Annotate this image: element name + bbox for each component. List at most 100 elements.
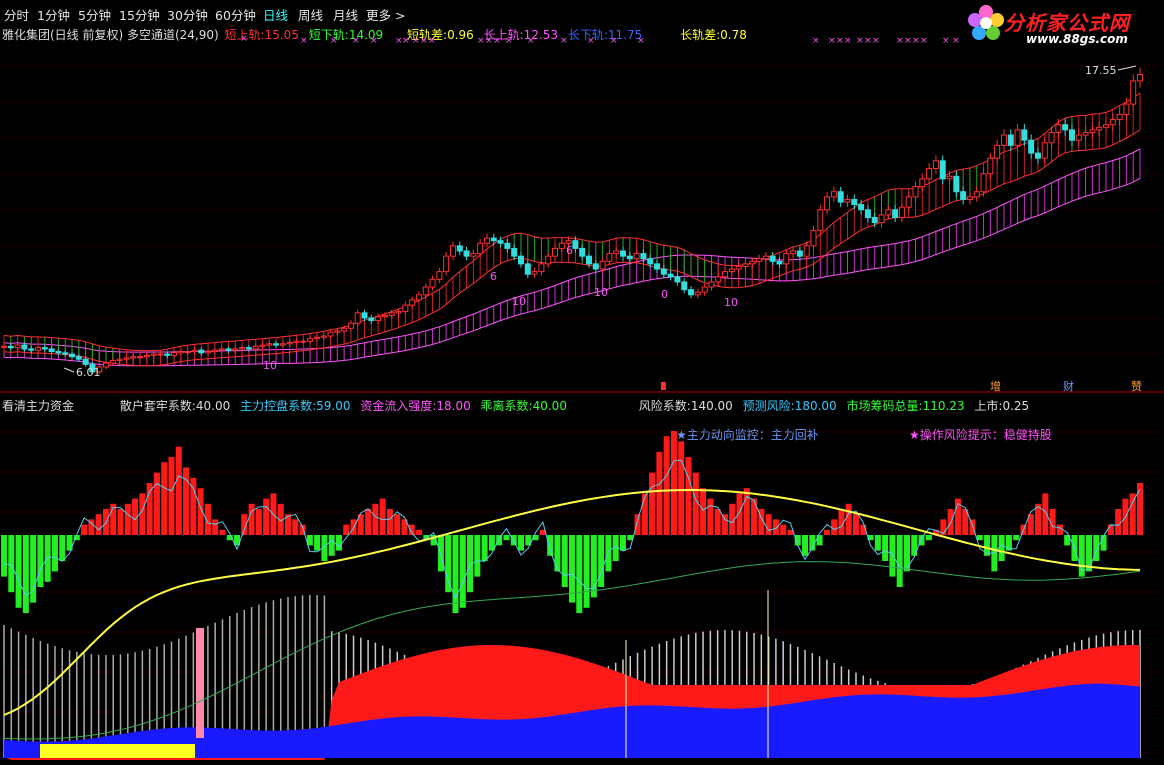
candle-body	[810, 229, 817, 247]
candle-body	[1000, 134, 1007, 146]
x-mark: ×	[493, 36, 501, 46]
fund-bar	[721, 514, 728, 535]
candle-body	[504, 242, 511, 249]
candle-body	[14, 344, 21, 349]
candle-body	[497, 240, 504, 244]
candle-body	[892, 209, 899, 218]
candle-body	[1062, 124, 1069, 131]
price-chart: × × × × × × × × × × × × × × × × × × × × × × × × × × × × × × × × 17.55 6…	[0, 34, 1164, 760]
fund-bar	[823, 529, 830, 535]
fund-bar	[117, 509, 124, 535]
fund-bar	[292, 519, 299, 535]
fund-bar	[874, 535, 881, 551]
x-mark: ×	[330, 36, 338, 46]
fund-bar	[598, 535, 605, 587]
fund-bar	[1107, 524, 1114, 535]
candle-body	[1028, 139, 1035, 154]
candle-body	[858, 204, 865, 211]
candle-body	[463, 250, 470, 257]
fund-bar	[183, 467, 190, 535]
candle-body	[177, 351, 184, 354]
event-tag: 财	[1063, 379, 1074, 393]
candle-body	[266, 343, 273, 346]
x-mark: ×	[844, 36, 852, 46]
low-price-label: 6.01	[76, 366, 101, 379]
pink-bar	[196, 628, 204, 738]
fund-bar	[845, 503, 852, 535]
fund-bar	[255, 509, 262, 535]
candle-body	[1041, 142, 1048, 159]
candle-body	[123, 357, 130, 360]
candle-body	[551, 247, 558, 257]
fund-bar	[1013, 535, 1020, 541]
x-mark: ×	[587, 36, 595, 46]
fund-bar	[37, 535, 44, 587]
candle-body	[1055, 124, 1062, 133]
candle-body	[524, 263, 531, 275]
candle-body	[871, 217, 878, 224]
fund-bar	[569, 535, 575, 603]
fund-bar	[22, 535, 29, 613]
candle-body	[1123, 103, 1130, 115]
fund-bar	[583, 535, 590, 608]
candle-body	[1082, 131, 1089, 136]
candle-body	[402, 304, 409, 313]
candle-body	[21, 344, 28, 350]
fund-bar	[175, 446, 182, 535]
candle-body	[742, 263, 749, 267]
x-mark: ×	[412, 36, 420, 46]
candle-body	[939, 160, 946, 180]
candle-body	[844, 198, 851, 203]
candle-body	[443, 255, 450, 273]
fund-bar	[802, 535, 809, 556]
x-mark: ×	[352, 36, 360, 46]
fund-bar	[925, 535, 932, 541]
candle-body	[681, 281, 688, 291]
candle-body	[674, 276, 681, 283]
candle-body	[157, 353, 164, 356]
candle-body	[381, 314, 388, 318]
candle-body	[470, 253, 477, 257]
candle-body	[62, 352, 69, 355]
fund-bar	[634, 514, 641, 535]
candle-body	[75, 356, 82, 360]
candle-body	[477, 242, 484, 255]
candle-body	[878, 214, 885, 224]
candle-body	[354, 312, 361, 324]
fund-bar	[161, 462, 168, 535]
fund-bar	[248, 503, 255, 535]
channel-label: 6	[490, 270, 497, 283]
candle-body	[728, 268, 735, 273]
fund-bar	[219, 529, 226, 535]
candle-body	[191, 349, 198, 353]
fund-bar	[124, 503, 131, 535]
candle-body	[490, 237, 497, 242]
candle-body	[1102, 124, 1109, 128]
yellow-block	[40, 744, 195, 758]
candle-body	[511, 247, 518, 257]
x-mark: ×	[942, 36, 950, 46]
x-mark: ×	[505, 36, 513, 46]
candle-body	[48, 348, 55, 352]
candle-body	[932, 160, 939, 170]
candle-body	[565, 240, 572, 244]
candle-body	[973, 191, 980, 198]
fund-bar	[714, 509, 721, 535]
candle-body	[218, 348, 225, 351]
fund-bar	[386, 509, 393, 535]
fund-bar	[481, 535, 488, 561]
fund-bar	[743, 488, 750, 535]
channel-label: 10	[263, 359, 277, 372]
fund-bar	[649, 472, 656, 535]
x-mark: ×	[610, 36, 618, 46]
candle-body	[606, 253, 613, 262]
candle-body	[286, 341, 293, 345]
fund-bar	[685, 457, 692, 535]
candle-body	[987, 157, 994, 175]
candle-body	[198, 349, 205, 354]
candle-body	[137, 356, 144, 359]
fund-bar	[896, 535, 903, 587]
sub-indicator-panel	[1, 431, 1143, 760]
high-price-pointer	[1117, 65, 1137, 71]
fund-bar	[547, 535, 554, 556]
